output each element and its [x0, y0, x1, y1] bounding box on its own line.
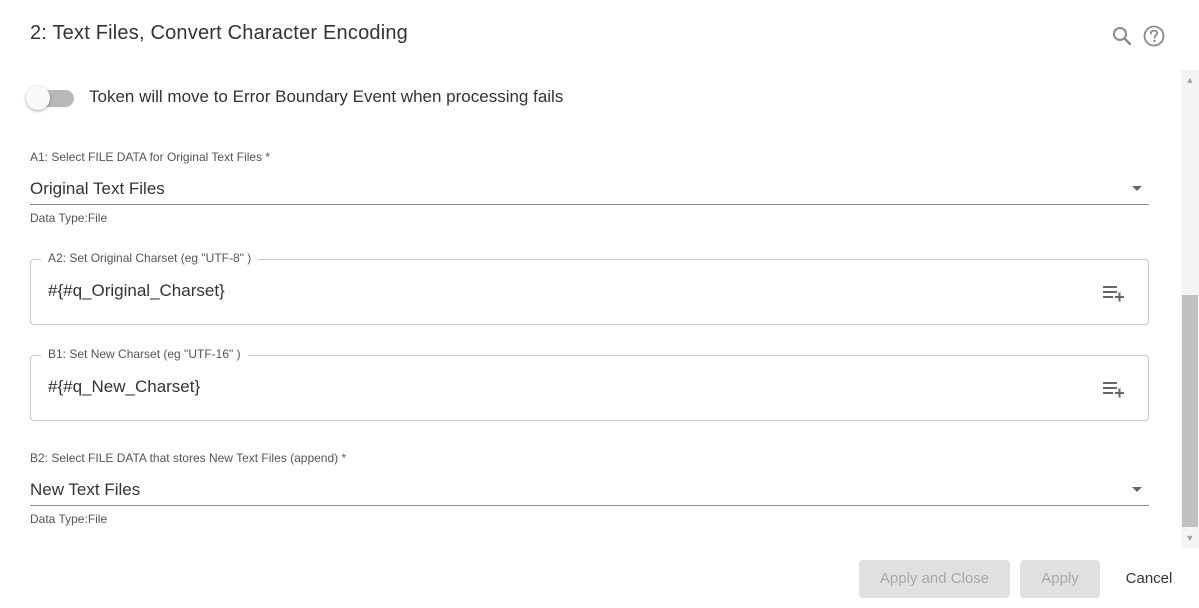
- a1-data-type: Data Type:File: [30, 211, 108, 225]
- a2-value: #{#q_Original_Charset}: [48, 281, 225, 300]
- apply-button[interactable]: Apply: [1020, 560, 1100, 598]
- insert-variable-icon[interactable]: [1102, 282, 1126, 304]
- search-icon[interactable]: [1111, 25, 1133, 47]
- b1-field[interactable]: B1: Set New Charset (eg "UTF-16" ) #{#q_…: [30, 347, 1149, 421]
- b2-label: B2: Select FILE DATA that stores New Tex…: [30, 451, 347, 465]
- b1-label: B1: Set New Charset (eg "UTF-16" ): [41, 347, 248, 361]
- b1-value: #{#q_New_Charset}: [48, 377, 201, 396]
- vertical-scrollbar[interactable]: ▲ ▼: [1181, 70, 1199, 548]
- dialog: 2: Text Files, Convert Character Encodin…: [0, 0, 1199, 608]
- error-boundary-toggle-row: Token will move to Error Boundary Event …: [26, 83, 563, 111]
- scroll-down-icon[interactable]: ▼: [1181, 530, 1199, 546]
- dropdown-arrow-icon: [1132, 186, 1142, 191]
- scroll-up-icon[interactable]: ▲: [1181, 72, 1199, 88]
- error-boundary-toggle[interactable]: [26, 84, 74, 110]
- scrollbar-thumb[interactable]: [1182, 295, 1198, 527]
- error-boundary-toggle-label: Token will move to Error Boundary Event …: [89, 87, 564, 106]
- dialog-content: Token will move to Error Boundary Event …: [0, 70, 1181, 548]
- b2-select[interactable]: New Text Files: [30, 475, 1149, 506]
- dialog-title: 2: Text Files, Convert Character Encodin…: [30, 22, 409, 44]
- a2-label: A2: Set Original Charset (eg "UTF-8" ): [41, 251, 259, 265]
- help-icon[interactable]: [1143, 25, 1165, 47]
- toggle-knob: [26, 86, 50, 110]
- cancel-button[interactable]: Cancel: [1110, 560, 1188, 598]
- dropdown-arrow-icon: [1132, 487, 1142, 492]
- apply-and-close-button[interactable]: Apply and Close: [859, 560, 1010, 598]
- a2-field[interactable]: A2: Set Original Charset (eg "UTF-8" ) #…: [30, 251, 1149, 325]
- b2-data-type: Data Type:File: [30, 512, 108, 526]
- a1-select-value: Original Text Files: [30, 179, 165, 198]
- a1-label: A1: Select FILE DATA for Original Text F…: [30, 150, 271, 164]
- insert-variable-icon[interactable]: [1102, 378, 1126, 400]
- a1-select[interactable]: Original Text Files: [30, 174, 1149, 205]
- b2-select-value: New Text Files: [30, 480, 141, 499]
